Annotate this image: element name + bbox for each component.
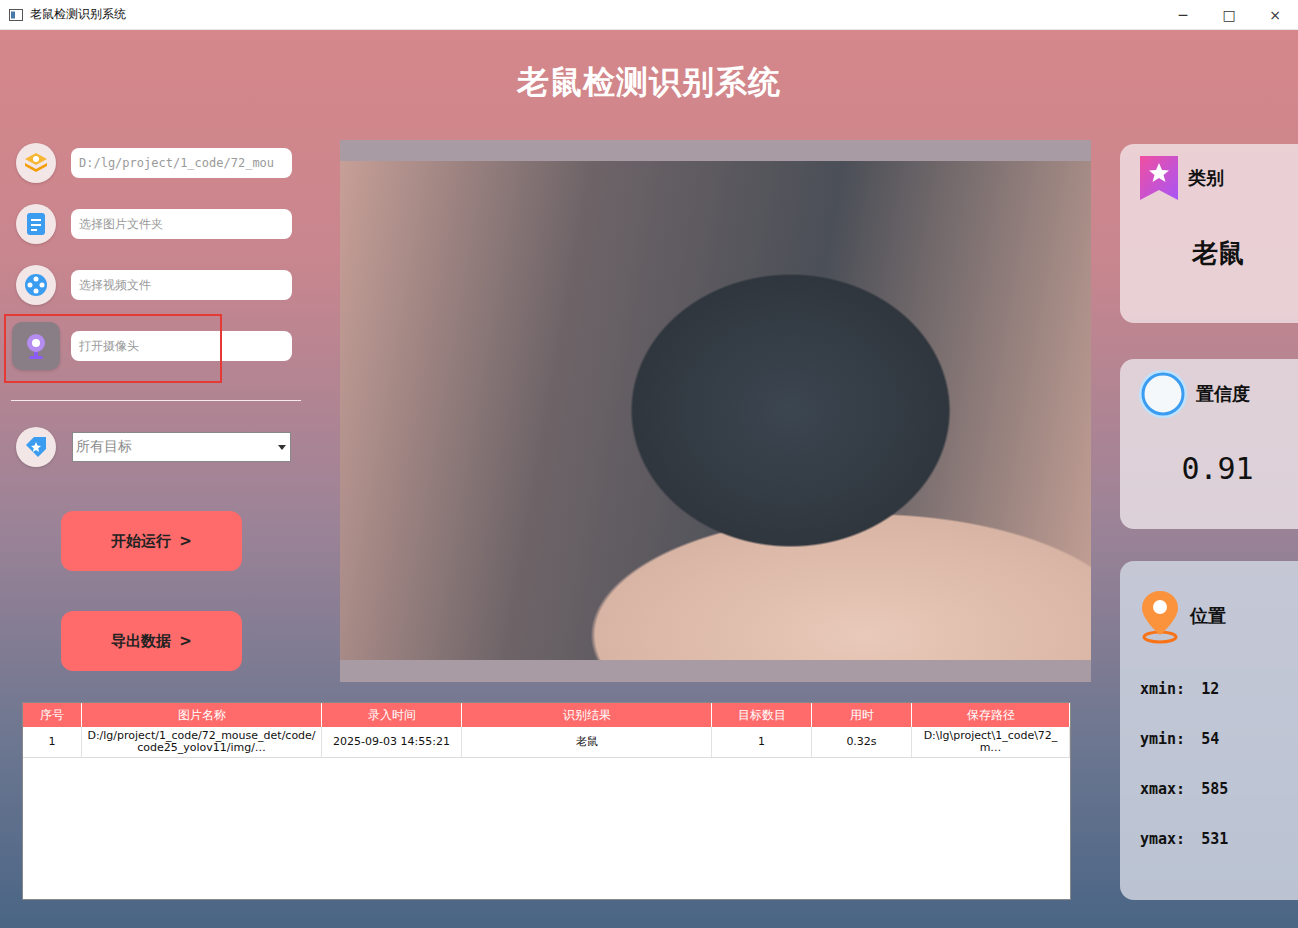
coord-list: xmin:12 ymin:54 xmax:585 ymax:531 xyxy=(1136,679,1298,849)
source-row: 选择视频文件 xyxy=(11,262,311,308)
coord-row: ymin:54 xyxy=(1140,729,1298,749)
table-cell: 0.32s xyxy=(812,727,912,757)
image-display xyxy=(340,140,1091,682)
source-field[interactable]: D:/lg/project/1_code/72_mou xyxy=(71,148,292,178)
table-header: 序号图片名称录入时间识别结果目标数目用时保存路径 xyxy=(23,703,1070,727)
column-header: 识别结果 xyxy=(462,703,712,727)
content-grid: D:/lg/project/1_code/72_mou 选择图片文件夹选择视频文件… xyxy=(0,140,1298,900)
class-card: 类别老鼠 xyxy=(1120,144,1298,323)
target-select[interactable]: 所有目标 xyxy=(72,432,291,462)
table-row[interactable]: 1D:/lg/project/1_code/72_mouse_det/code/… xyxy=(23,727,1070,758)
class-value: 老鼠 xyxy=(1136,236,1298,271)
source-row: 打开摄像头 xyxy=(11,323,311,369)
column-header: 保存路径 xyxy=(912,703,1070,727)
column-header: 用时 xyxy=(812,703,912,727)
column-header: 目标数目 xyxy=(712,703,812,727)
table-cell: 1 xyxy=(712,727,812,757)
ribbon-star-icon xyxy=(1136,152,1182,204)
camera-icon[interactable] xyxy=(12,322,60,370)
position-label: 位置 xyxy=(1190,604,1226,628)
source-row: 选择图片文件夹 xyxy=(11,201,311,247)
table-cell: D:\lg\project\1_code\72_m… xyxy=(912,727,1070,757)
result-table: 序号图片名称录入时间识别结果目标数目用时保存路径1D:/lg/project/1… xyxy=(22,702,1071,900)
window-title: 老鼠检测识别系统 xyxy=(30,6,126,23)
ring-icon xyxy=(1136,367,1190,421)
table-cell: 2025-09-03 14:55:21 xyxy=(322,727,462,757)
coord-row: xmax:585 xyxy=(1140,779,1298,799)
separator xyxy=(11,400,301,401)
window-control-button[interactable]: × xyxy=(1252,0,1298,30)
column-header: 图片名称 xyxy=(82,703,322,727)
highlight-box xyxy=(4,314,222,383)
window-control-button[interactable]: ─ xyxy=(1160,0,1206,30)
class-label: 类别 xyxy=(1188,166,1224,190)
column-header: 序号 xyxy=(23,703,82,727)
folder-icon[interactable] xyxy=(16,204,56,244)
table-cell: 老鼠 xyxy=(462,727,712,757)
action-button[interactable]: 开始运行> xyxy=(61,511,242,571)
coord-row: ymax:531 xyxy=(1140,829,1298,849)
source-field[interactable]: 打开摄像头 xyxy=(71,331,292,361)
source-list: D:/lg/project/1_code/72_mou 选择图片文件夹选择视频文件… xyxy=(11,140,311,369)
position-card: 位置 xmin:12 ymin:54 xmax:585 ymax:531 xyxy=(1120,561,1298,900)
target-filter-row: 所有目标 xyxy=(11,427,311,467)
control-panel: D:/lg/project/1_code/72_mou 选择图片文件夹选择视频文件… xyxy=(11,140,311,682)
tag-icon xyxy=(16,427,56,467)
coord-row: xmin:12 xyxy=(1140,679,1298,699)
app-window: 老鼠检测识别系统─□×老鼠检测识别系统D:/lg/project/1_code/… xyxy=(0,0,1298,928)
location-pin-icon xyxy=(1136,587,1184,645)
file-icon[interactable] xyxy=(16,143,56,183)
table-cell: D:/lg/project/1_code/72_mouse_det/code/c… xyxy=(82,727,322,757)
title-bar: 老鼠检测识别系统 ─□× xyxy=(0,0,1298,30)
column-header: 录入时间 xyxy=(322,703,462,727)
detection-photo xyxy=(340,161,1091,660)
app-icon xyxy=(9,9,23,21)
table-cell: 1 xyxy=(23,727,82,757)
confidence-label: 置信度 xyxy=(1196,382,1250,406)
confidence-value: 0.91 xyxy=(1136,451,1298,486)
source-field[interactable]: 选择图片文件夹 xyxy=(71,209,292,239)
window-control-button[interactable]: □ xyxy=(1206,0,1252,30)
dropdown-arrow-icon xyxy=(278,445,286,450)
confidence-card: 置信度 0.91 xyxy=(1120,359,1298,529)
result-panel: 类别老鼠置信度 0.91 位置 xmin:12 ymin:54 xmax:585 ymax:… xyxy=(1120,144,1298,900)
action-buttons: 开始运行> 导出数据> xyxy=(61,511,311,671)
source-row: D:/lg/project/1_code/72_mou xyxy=(11,140,311,186)
page-heading: 老鼠检测识别系统 xyxy=(0,30,1298,140)
action-button[interactable]: 导出数据> xyxy=(61,611,242,671)
source-field[interactable]: 选择视频文件 xyxy=(71,270,292,300)
window-controls: ─□× xyxy=(1160,0,1298,30)
main-area: 老鼠检测识别系统 D:/lg/project/1_code/72_mou 选择图片文… xyxy=(0,30,1298,928)
video-icon[interactable] xyxy=(16,265,56,305)
